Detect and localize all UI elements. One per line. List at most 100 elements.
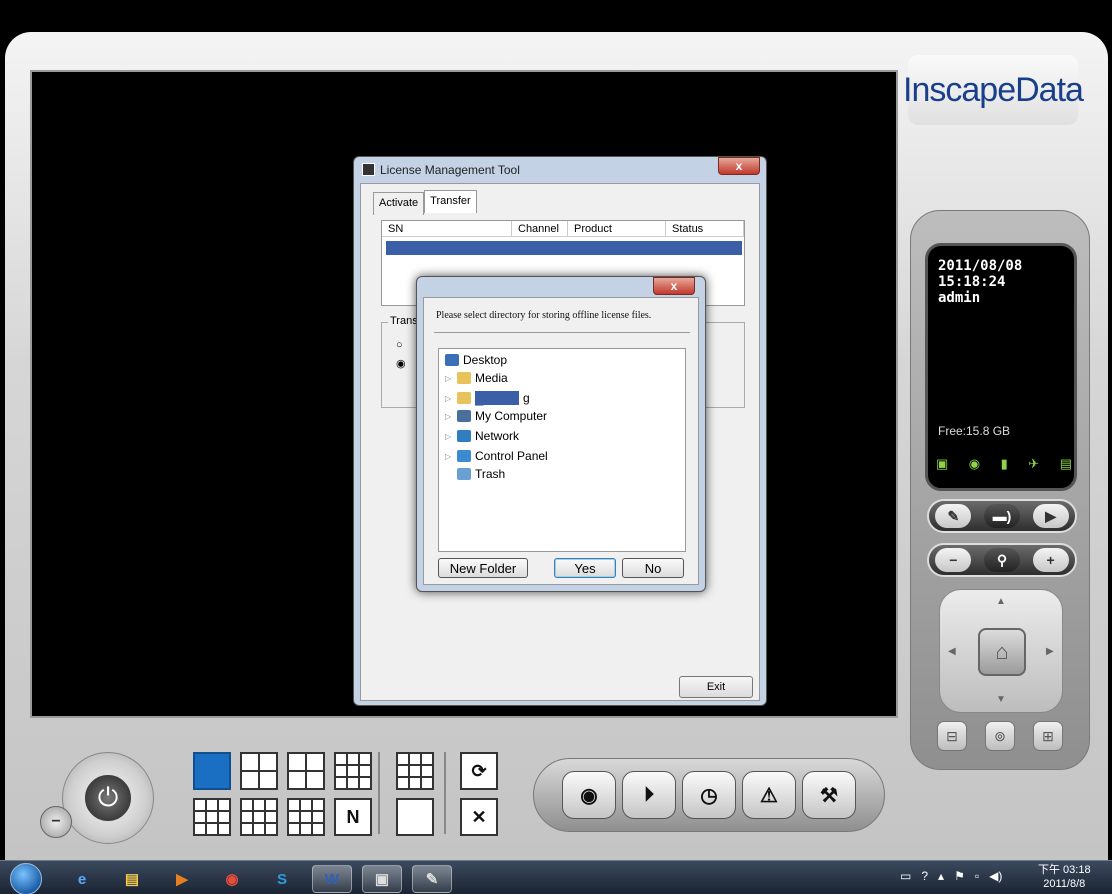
- col-status[interactable]: Status: [666, 221, 744, 236]
- layout-9-button[interactable]: [334, 752, 372, 790]
- col-sn[interactable]: SN: [382, 221, 512, 236]
- exit-button[interactable]: Exit: [679, 676, 753, 698]
- zoom-out-icon[interactable]: −: [935, 548, 972, 572]
- clock-time: 下午 03:18: [1038, 864, 1091, 876]
- no-button[interactable]: No: [622, 558, 684, 578]
- record-icon[interactable]: ◉: [562, 771, 616, 819]
- left-arrow-icon[interactable]: ◀: [948, 646, 956, 657]
- col-channel[interactable]: Channel: [512, 221, 568, 236]
- tree-item-desktop[interactable]: Desktop: [445, 351, 507, 369]
- close-button[interactable]: x: [653, 277, 695, 295]
- audio-icon[interactable]: ▬): [983, 504, 1020, 528]
- power-icon: ⏻: [82, 772, 134, 824]
- expand-arrow-icon[interactable]: ▷: [445, 432, 453, 441]
- tab-activate[interactable]: Activate: [373, 192, 425, 215]
- layout-4-button[interactable]: [240, 752, 278, 790]
- col-product[interactable]: Product: [568, 221, 666, 236]
- lcd-user: admin: [938, 290, 981, 306]
- down-arrow-icon[interactable]: ▼: [996, 694, 1006, 705]
- user-folder-icon: [457, 392, 471, 404]
- ie-icon[interactable]: e: [62, 865, 102, 893]
- tree-item-trash[interactable]: Trash: [457, 465, 505, 483]
- layout-6-button[interactable]: [287, 752, 325, 790]
- list-header: SN Channel Product Status: [382, 221, 744, 237]
- divider: [444, 752, 446, 834]
- start-button[interactable]: [10, 863, 42, 894]
- tab-transfer[interactable]: Transfer: [424, 190, 477, 213]
- radio-option-2[interactable]: ◉: [396, 357, 406, 370]
- media-player-icon[interactable]: ▶: [162, 865, 202, 893]
- monitor-icon: ▣: [936, 456, 949, 471]
- new-folder-button[interactable]: New Folder: [438, 558, 528, 578]
- fullscreen-icon: ✕: [471, 806, 487, 827]
- radio-option-1[interactable]: ○: [396, 339, 403, 351]
- zoom-search-icon[interactable]: ⚲: [983, 548, 1020, 572]
- status-display: 2011/08/08 15:18:24 admin Free:15.8 GB ▣…: [925, 243, 1077, 491]
- dialog-message: Please select directory for storing offl…: [436, 310, 652, 321]
- fullscreen-button[interactable]: ✕: [460, 798, 498, 836]
- zoom-in-icon[interactable]: +: [1032, 548, 1069, 572]
- expand-arrow-icon[interactable]: ▷: [445, 394, 453, 403]
- power-button[interactable]: ⏻: [62, 752, 154, 844]
- tray-expand-icon[interactable]: ▴: [938, 869, 944, 883]
- clock[interactable]: 下午 03:18 2011/8/8: [1038, 863, 1091, 891]
- playback-icon[interactable]: ⏵: [622, 771, 676, 819]
- yes-button[interactable]: Yes: [554, 558, 616, 578]
- alert-icon[interactable]: ⚠: [742, 771, 796, 819]
- expand-arrow-icon[interactable]: ▷: [445, 452, 453, 461]
- up-arrow-icon[interactable]: ▲: [996, 596, 1006, 607]
- close-button[interactable]: x: [718, 157, 760, 175]
- home-button[interactable]: ⌂: [978, 628, 1026, 676]
- layout-custom-button[interactable]: [396, 752, 434, 790]
- lcd-time: 15:18:24: [938, 274, 1006, 290]
- layout-1-button[interactable]: [193, 752, 231, 790]
- folder-icon: [457, 372, 471, 384]
- rotate-button[interactable]: ⟳: [460, 752, 498, 790]
- tree-item-user[interactable]: ▷ █ g: [445, 389, 530, 407]
- nvr-app-icon[interactable]: ▣: [362, 865, 402, 893]
- ptz-control: ▲ ▼ ◀ ▶ ⌂: [939, 589, 1063, 713]
- divider: [434, 332, 690, 333]
- schedule-icon[interactable]: ◷: [682, 771, 736, 819]
- layout-n-button[interactable]: N: [334, 798, 372, 836]
- brand-logo: InscapeData: [903, 55, 1084, 125]
- chrome-icon[interactable]: ◉: [212, 865, 252, 893]
- expand-arrow-icon[interactable]: ▷: [445, 412, 453, 421]
- network-tray-icon[interactable]: ▫: [975, 869, 979, 883]
- right-arrow-icon[interactable]: ▶: [1046, 646, 1054, 657]
- keyboard-tray-icon[interactable]: ▭: [900, 869, 911, 883]
- app-icon: [362, 163, 375, 176]
- tools-icon[interactable]: ⚒: [802, 771, 856, 819]
- layout-frame-button[interactable]: [396, 798, 434, 836]
- expand-button[interactable]: ⊞: [1033, 721, 1063, 751]
- table-row[interactable]: [386, 241, 742, 255]
- tree-item-my-computer[interactable]: ▷ My Computer: [445, 407, 547, 425]
- center-button[interactable]: ⊚: [985, 721, 1015, 751]
- explorer-icon[interactable]: ▤: [112, 865, 152, 893]
- folder-tree[interactable]: Desktop ▷ Media ▷ █ g ▷ My Computer ▷ Network…: [438, 348, 686, 552]
- fit-button[interactable]: ⊟: [937, 721, 967, 751]
- tree-item-media[interactable]: ▷ Media: [445, 369, 508, 387]
- minimize-button[interactable]: −: [40, 806, 72, 838]
- play-icon[interactable]: ▶: [1032, 504, 1069, 528]
- function-bar: ◉ ⏵ ◷ ⚠ ⚒: [533, 758, 885, 832]
- keyboard-icon: ▤: [1059, 456, 1072, 471]
- skype-icon[interactable]: S: [262, 865, 302, 893]
- layout-10-button[interactable]: [193, 798, 231, 836]
- layout-16-button[interactable]: [287, 798, 325, 836]
- volume-tray-icon[interactable]: ◀): [989, 869, 1002, 883]
- flag-tray-icon[interactable]: ⚑: [954, 869, 965, 883]
- minus-icon: −: [51, 813, 61, 830]
- wrench-icon[interactable]: ✎: [935, 504, 972, 528]
- free-space: Free:15.8 GB: [938, 424, 1011, 438]
- layout-13-button[interactable]: [240, 798, 278, 836]
- dialog-body: Please select directory for storing offl…: [423, 297, 699, 585]
- help-tray-icon[interactable]: ?: [921, 869, 928, 883]
- word-icon[interactable]: W: [312, 865, 352, 893]
- redacted-name: █: [475, 391, 519, 405]
- expand-arrow-icon[interactable]: ▷: [445, 374, 453, 383]
- tree-item-control-panel[interactable]: ▷ Control Panel: [445, 447, 548, 465]
- license-tool-icon[interactable]: ✎: [412, 865, 452, 893]
- tree-item-network[interactable]: ▷ Network: [445, 427, 519, 445]
- tab-bar: Activate Transfer: [373, 190, 477, 215]
